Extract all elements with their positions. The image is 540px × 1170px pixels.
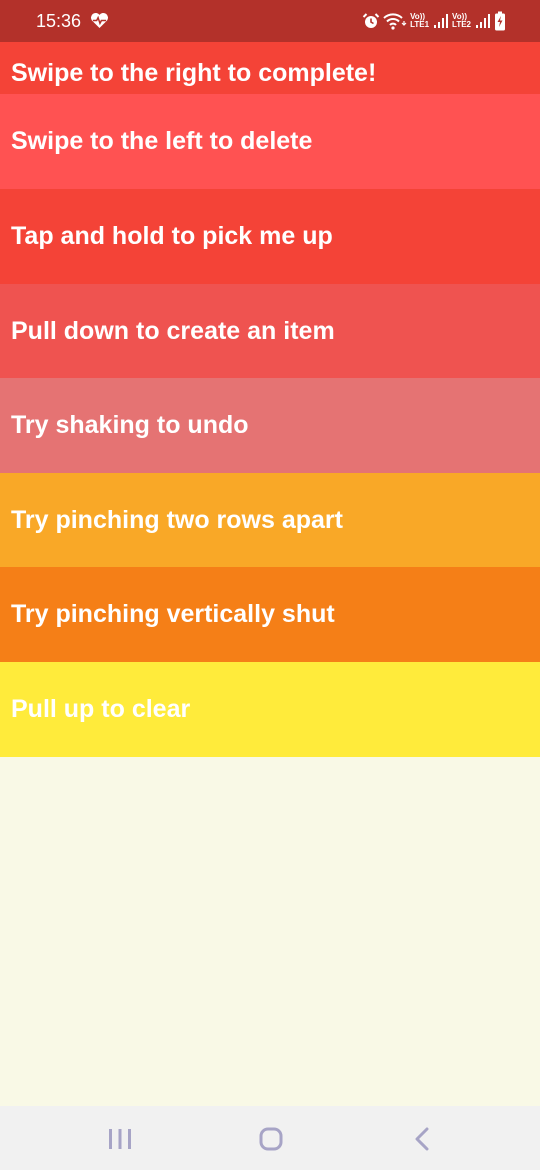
battery-icon [495,11,505,31]
sim1-volte-label: Vo)) LTE1 [410,12,430,29]
list-item-5[interactable]: Try pinching two rows apart [0,473,540,568]
list-item-label: Try pinching vertically shut [11,600,335,628]
list-item-6[interactable]: Try pinching vertically shut [0,567,540,662]
list-item-label: Pull down to create an item [11,317,335,345]
status-icons: Vo)) LTE1 Vo)) LTE2 [362,8,506,34]
status-bar: 15:36 Vo)) LTE1 Vo)) LTE2 [0,0,540,42]
signal-icon [434,14,449,28]
signal-icon [476,14,490,28]
list-item-7[interactable]: Pull up to clear [0,662,540,757]
list-item-label: Pull up to clear [11,695,191,723]
home-icon[interactable] [257,1126,285,1152]
list-item-label: Swipe to the left to delete [11,127,313,155]
back-icon[interactable] [409,1126,437,1152]
sim2-volte-label: Vo)) LTE2 [452,12,471,29]
list-item-label: Tap and hold to pick me up [11,222,333,250]
heart-monitor-icon [91,12,108,29]
list-item-4[interactable]: Try shaking to undo [0,378,540,473]
recent-apps-icon[interactable] [106,1126,134,1152]
status-time: 15:36 [36,11,82,31]
alarm-icon [362,13,380,28]
list-item-label: Try pinching two rows apart [11,506,343,534]
list-item-label: Try shaking to undo [11,411,249,439]
list-item-2[interactable]: Tap and hold to pick me up [0,189,540,284]
list-item-label: Swipe to the right to complete! [11,58,377,87]
navigation-bar [0,1106,540,1170]
list-item-1[interactable]: Swipe to the left to delete [0,94,540,189]
wifi-icon [383,13,407,30]
list-item-3[interactable]: Pull down to create an item [0,284,540,379]
